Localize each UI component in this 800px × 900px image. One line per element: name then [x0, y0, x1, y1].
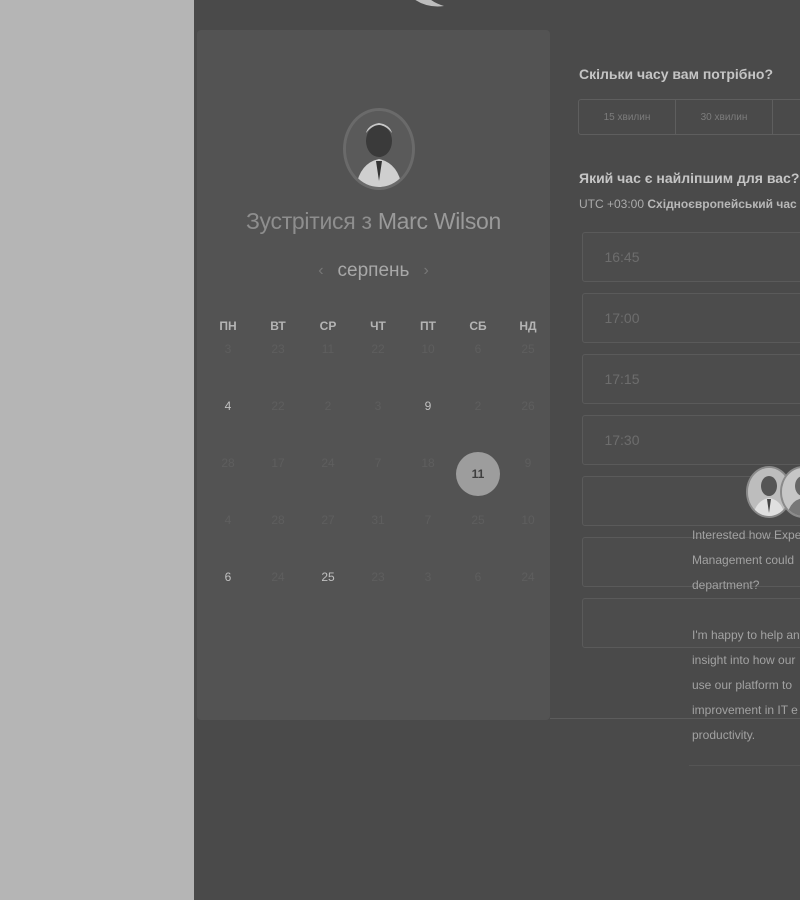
- calendar-day[interactable]: 17: [253, 451, 303, 508]
- calendar-day[interactable]: 10: [503, 508, 553, 565]
- prev-month-icon[interactable]: ‹: [318, 262, 323, 280]
- calendar-day[interactable]: 27: [303, 508, 353, 565]
- calendar-day[interactable]: 25: [503, 337, 553, 394]
- calendar-day[interactable]: 9: [403, 394, 453, 451]
- host-name: Marc Wilson: [377, 208, 502, 234]
- time-title: Який час є найліпшим для вас?: [579, 170, 800, 186]
- month-label: серпень: [337, 260, 410, 281]
- calendar-day[interactable]: 31: [353, 508, 403, 565]
- weekday-label: СБ: [469, 319, 487, 333]
- calendar-day[interactable]: 28: [203, 451, 253, 508]
- time-slot-label: 17:30: [604, 432, 640, 448]
- chat-popup[interactable]: Interested how Expert Management could d…: [684, 460, 800, 766]
- calendar-card: Зустрітися з Marc Wilson ‹ серпень › ПН В…: [197, 30, 550, 720]
- calendar-day[interactable]: 11: [303, 337, 353, 394]
- weekday-header: ПН ВТ СР ЧТ ПТ СБ НД: [203, 319, 553, 333]
- chat-divider: [689, 765, 800, 766]
- calendar-day[interactable]: 6: [453, 565, 503, 622]
- chat-line: Management could: [692, 553, 795, 567]
- time-slot[interactable]: 17:00: [582, 293, 800, 343]
- date-grid: 3 23 11 22 10 6 25 4 22 2 3 9 2 26 28 17 24 7 18 11 9 4 28 27 31…: [203, 337, 553, 622]
- next-month-icon[interactable]: ›: [423, 262, 428, 280]
- calendar-day[interactable]: 24: [303, 451, 353, 508]
- calendar-day[interactable]: 26: [503, 394, 553, 451]
- month-navigator: ‹ серпень ›: [197, 258, 550, 284]
- chat-message: Interested how Expert Management could d…: [692, 523, 800, 748]
- calendar-day[interactable]: 28: [253, 508, 303, 565]
- chat-line: improvement in IT e: [692, 703, 798, 717]
- calendar-day[interactable]: 23: [353, 565, 403, 622]
- chat-line: Interested how Expert: [692, 528, 800, 542]
- weekday-label: ЧТ: [370, 319, 386, 333]
- calendar-day[interactable]: 3: [403, 565, 453, 622]
- calendar-day[interactable]: 2: [453, 394, 503, 451]
- calendar-day[interactable]: 4: [203, 508, 253, 565]
- meeting-title-prefix: Зустрітися з: [245, 208, 372, 234]
- weekday-label: ВТ: [270, 319, 286, 333]
- duration-option[interactable]: [773, 100, 800, 134]
- calendar-day[interactable]: 7: [403, 508, 453, 565]
- calendar-day[interactable]: 7: [353, 451, 403, 508]
- weekday-label: ПН: [219, 319, 237, 333]
- calendar-day[interactable]: 9: [503, 451, 553, 508]
- calendar-day[interactable]: 6: [203, 565, 253, 622]
- timezone-line[interactable]: UTC +03:00 Східноєвропейський час: [579, 197, 797, 211]
- chat-line: productivity.: [692, 728, 756, 742]
- calendar-day[interactable]: 25: [453, 508, 503, 565]
- duration-title: Скільки часу вам потрібно?: [579, 66, 774, 82]
- calendar-day[interactable]: 10: [403, 337, 453, 394]
- time-slot-label: 17:00: [604, 310, 640, 326]
- calendar-day[interactable]: 2: [303, 394, 353, 451]
- meeting-title: Зустрітися з Marc Wilson: [197, 208, 550, 235]
- duration-selector: 15 хвилин 30 хвилин: [578, 99, 800, 135]
- booking-page: Зустрітися з Marc Wilson ‹ серпень › ПН В…: [194, 0, 800, 900]
- weekday-label: НД: [519, 319, 537, 333]
- calendar-day[interactable]: 24: [503, 565, 553, 622]
- calendar-day[interactable]: 18: [403, 451, 453, 508]
- duration-option[interactable]: 15 хвилин: [579, 100, 676, 134]
- timezone-name: Східноєвропейський час: [647, 197, 797, 211]
- time-slot[interactable]: 17:15: [582, 354, 800, 404]
- weekday-label: СР: [319, 319, 337, 333]
- calendar-day[interactable]: 3: [203, 337, 253, 394]
- duration-option[interactable]: 30 хвилин: [676, 100, 773, 134]
- calendar-day[interactable]: 11: [453, 451, 503, 508]
- selected-day[interactable]: 11: [456, 451, 500, 496]
- chat-line: I'm happy to help and: [692, 628, 800, 642]
- time-slot[interactable]: 17:30: [582, 415, 800, 465]
- weekday-label: ПТ: [420, 319, 436, 333]
- calendar-day[interactable]: 22: [353, 337, 403, 394]
- calendar-day[interactable]: 3: [353, 394, 403, 451]
- chat-line: use our platform to: [692, 678, 793, 692]
- chat-line: department?: [692, 578, 760, 592]
- time-slot-label: 16:45: [604, 249, 640, 265]
- calendar-day[interactable]: 4: [203, 394, 253, 451]
- chat-line: insight into how our: [692, 653, 796, 667]
- calendar-day[interactable]: 22: [253, 394, 303, 451]
- calendar-day[interactable]: 23: [253, 337, 303, 394]
- logo-icon: [415, 0, 444, 7]
- calendar-day[interactable]: 6: [453, 337, 503, 394]
- calendar-day[interactable]: 25: [303, 565, 353, 622]
- calendar-day[interactable]: 24: [253, 565, 303, 622]
- time-slot-label: 17:15: [604, 371, 640, 387]
- host-avatar: [343, 108, 415, 190]
- timezone-offset: UTC +03:00: [579, 197, 645, 211]
- time-slot[interactable]: 16:45: [582, 232, 800, 282]
